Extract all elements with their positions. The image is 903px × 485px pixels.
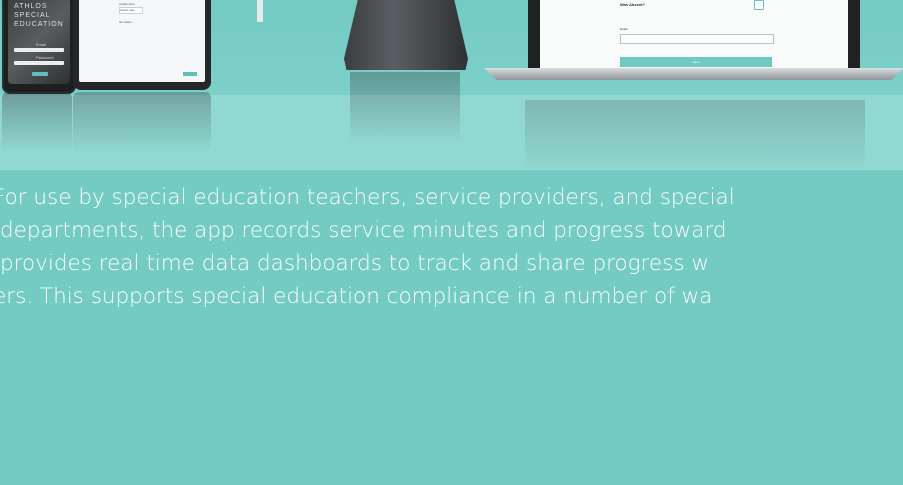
phone-screen: ATHLOS SPECIAL EDUCATION Email Password — [8, 0, 70, 84]
speaker-pillar — [257, 0, 263, 22]
phone-brand-logo: ATHLOS SPECIAL EDUCATION — [14, 2, 64, 29]
tablet-screen: Assignment Select logs No status — [79, 0, 205, 82]
tablet-section-label: Assignment — [119, 2, 135, 6]
brand-line-3: EDUCATION — [14, 21, 64, 28]
stand-reflection — [350, 72, 460, 142]
phone-password-field[interactable] — [14, 61, 64, 65]
tablet-mockup: Assignment Select logs No status — [73, 0, 211, 90]
phone-mockup: ATHLOS SPECIAL EDUCATION Email Password — [2, 0, 76, 94]
absent-checkbox[interactable] — [754, 0, 764, 10]
laptop-mockup: Was Absent? Email Save — [484, 0, 903, 86]
phone-login-button[interactable] — [32, 72, 48, 76]
description-line-2: departments, the app records service min… — [0, 218, 727, 243]
phone-password-label: Password — [36, 55, 54, 60]
description-line-4: ers. This supports special education com… — [0, 284, 713, 309]
phone-email-field[interactable] — [14, 48, 64, 52]
tablet-select[interactable]: Select logs — [119, 7, 143, 14]
laptop-base — [484, 68, 903, 80]
tablet-reflection — [73, 92, 211, 152]
description-line-3: provides real time data dashboards to tr… — [0, 251, 709, 276]
phone-email-label: Email — [36, 42, 47, 47]
laptop-email-field[interactable] — [620, 34, 774, 44]
brand-line-1: ATHLOS — [14, 3, 48, 10]
phone-reflection — [2, 92, 72, 152]
tablet-submit-button[interactable] — [183, 72, 197, 76]
description-paragraph: For use by special education teachers, s… — [0, 181, 903, 313]
tablet-status-label: No status — [119, 20, 132, 24]
absent-question-label: Was Absent? — [620, 2, 646, 7]
laptop-email-label: Email — [620, 27, 628, 31]
description-line-1: For use by special education teachers, s… — [0, 185, 735, 210]
hero-device-scene: ATHLOS SPECIAL EDUCATION Email Password … — [0, 0, 903, 170]
laptop-save-button[interactable]: Save — [620, 57, 772, 67]
brand-line-2: SPECIAL — [14, 12, 51, 19]
monitor-stand — [344, 0, 468, 70]
laptop-reflection — [525, 100, 865, 170]
